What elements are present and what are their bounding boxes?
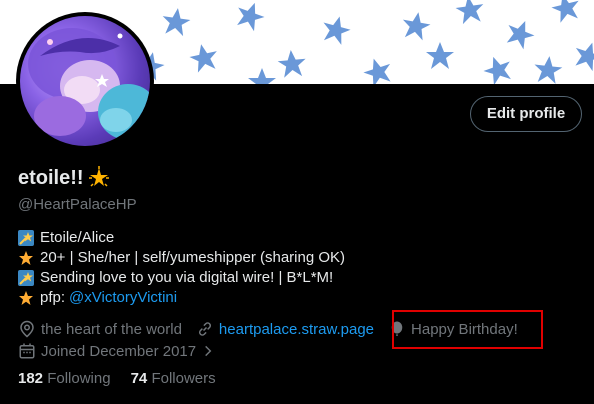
calendar-icon [19,343,35,359]
followers-count: 74 [130,370,148,387]
website-link[interactable]: heartpalace.straw.page [219,321,374,338]
bio-line: 20+ | She/her | self/yumeshipper (sharin… [18,248,345,268]
profile-bio: Etoile/Alice 20+ | She/her | self/yumesh… [18,228,345,308]
location-item: the heart of the world [18,320,182,338]
following-count: 182 [18,370,44,387]
bio-line-text: Sending love to you via digital wire! | … [40,269,334,286]
bio-line: Etoile/Alice [18,228,345,248]
birthday-highlight-box [392,310,543,349]
map-pin-icon [20,320,34,338]
followers-link[interactable]: 74 Followers [131,370,216,387]
avatar-image [20,16,150,146]
star-icon [19,291,33,305]
username-handle: @HeartPalaceHP [18,196,137,213]
edit-profile-button[interactable]: Edit profile [470,96,582,132]
link-icon [198,322,211,336]
shooting-star-icon [18,270,34,286]
following-label: Following [47,370,111,387]
shooting-star-icon [18,230,34,246]
bio-line: Sending love to you via digital wire! | … [18,268,345,288]
bio-pfp-label: pfp: [40,289,66,306]
website-item[interactable]: heartpalace.straw.page [196,320,374,338]
bio-line-text: Etoile/Alice [40,229,115,246]
star-icon [19,251,33,265]
chevron-right-icon [205,345,212,357]
joined-item[interactable]: Joined December 2017 [18,342,215,360]
following-link[interactable]: 182 Following [18,370,111,387]
location-text: the heart of the world [41,320,182,338]
pfp-credit-link[interactable]: @xVictoryVictini [69,288,177,308]
glowing-star-icon [88,166,109,187]
bio-line-text: 20+ | She/her | self/yumeshipper (sharin… [40,249,346,266]
display-name: etoile!! [18,166,111,190]
display-name-text: etoile!! [18,166,84,189]
followers-label: Followers [151,370,216,387]
follow-stats: 182 Following 74 Followers [18,370,216,387]
bio-line: pfp: @xVictoryVictini [18,288,345,308]
avatar[interactable] [16,12,154,150]
joined-text: Joined December 2017 [41,342,197,360]
